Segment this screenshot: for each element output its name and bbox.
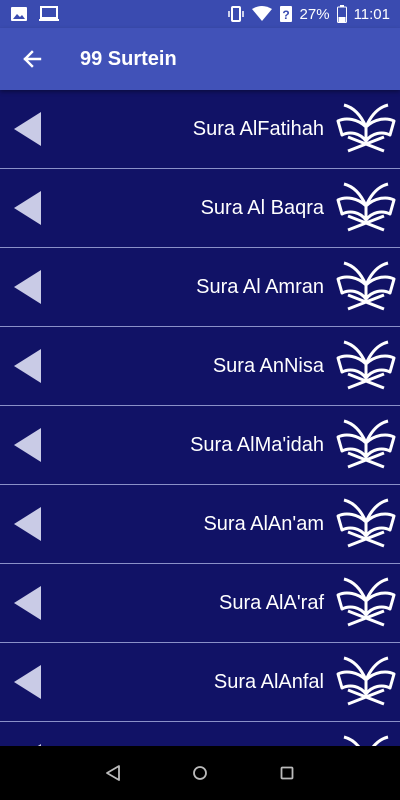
play-left-icon[interactable] — [14, 507, 41, 541]
sura-row[interactable]: Sura AlAnfal — [0, 643, 400, 722]
play-left-icon[interactable] — [14, 349, 41, 383]
nav-home-button[interactable] — [180, 753, 220, 793]
system-nav-bar — [0, 746, 400, 800]
signal-icon: ? — [279, 6, 292, 22]
laptop-icon — [39, 6, 59, 21]
sura-row[interactable] — [0, 722, 400, 746]
clock: 11:01 — [353, 5, 390, 23]
image-icon — [11, 7, 27, 21]
status-bar: ? 27% 11:01 — [0, 0, 400, 28]
sura-row[interactable]: Sura Al Amran — [0, 248, 400, 327]
sura-label: Sura Al Baqra — [200, 196, 324, 219]
page-title: 99 Surtein — [80, 47, 177, 70]
quran-book-icon — [336, 419, 396, 469]
wifi-icon — [251, 6, 272, 21]
back-button[interactable] — [0, 28, 64, 90]
sura-label: Sura AlMa'idah — [190, 433, 324, 456]
status-left — [10, 6, 60, 22]
battery-percent: 27% — [299, 5, 330, 23]
app-bar: 99 Surtein — [0, 28, 400, 90]
sura-label: Sura AlAnfal — [213, 670, 324, 693]
recents-square-icon — [280, 766, 294, 780]
quran-book-icon — [343, 735, 389, 746]
nav-recents-button[interactable] — [267, 753, 307, 793]
battery-icon — [336, 5, 347, 23]
quran-book-icon — [336, 182, 396, 232]
play-left-icon[interactable] — [14, 112, 41, 146]
quran-book-icon — [336, 656, 396, 706]
vibrate-icon — [227, 6, 244, 22]
play-left-icon[interactable] — [14, 428, 41, 462]
sura-label: Sura AlA'raf — [219, 591, 324, 614]
sura-label: Sura Al Amran — [196, 275, 324, 298]
sura-row[interactable]: Sura AlA'raf — [0, 564, 400, 643]
sura-label: Sura AlAn'am — [203, 512, 324, 535]
play-left-icon[interactable] — [14, 191, 41, 225]
play-left-icon[interactable] — [14, 665, 41, 699]
back-triangle-icon — [106, 765, 121, 781]
sura-list[interactable]: Sura AlFatihah Sura Al Baqra Sura Al Amr… — [0, 90, 400, 746]
svg-text:?: ? — [282, 8, 289, 22]
status-right: ? 27% 11:01 — [227, 5, 390, 23]
quran-book-icon — [336, 577, 396, 627]
quran-book-icon — [336, 340, 396, 390]
quran-book-icon — [336, 261, 396, 311]
quran-book-icon — [336, 103, 396, 153]
sura-row[interactable]: Sura AlAn'am — [0, 485, 400, 564]
sura-row[interactable]: Sura AlMa'idah — [0, 406, 400, 485]
nav-back-button[interactable] — [93, 753, 133, 793]
arrow-left-icon — [23, 50, 42, 68]
sura-row[interactable]: Sura AnNisa — [0, 327, 400, 406]
play-left-icon[interactable] — [14, 586, 41, 620]
sura-row[interactable]: Sura AlFatihah — [0, 90, 400, 169]
sura-row[interactable]: Sura Al Baqra — [0, 169, 400, 248]
play-left-icon[interactable] — [14, 270, 41, 304]
sura-label: Sura AnNisa — [212, 354, 324, 377]
quran-book-icon — [336, 498, 396, 548]
home-circle-icon — [193, 766, 207, 780]
sura-label: Sura AlFatihah — [192, 117, 324, 140]
